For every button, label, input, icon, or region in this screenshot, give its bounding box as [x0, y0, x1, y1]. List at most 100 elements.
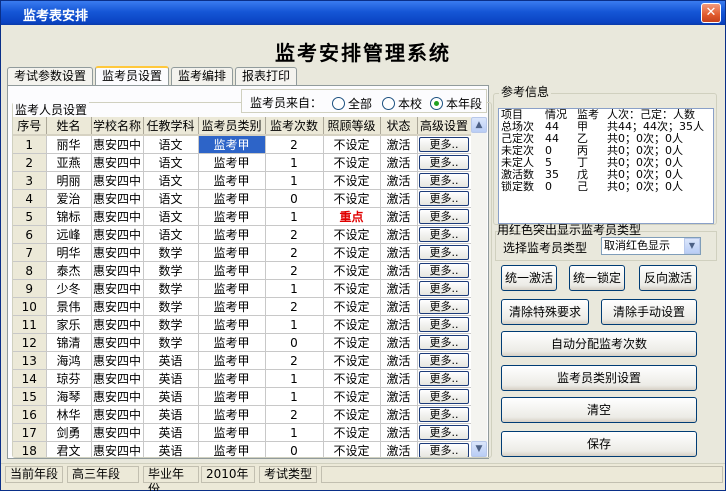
- radio-all[interactable]: 全部: [332, 95, 372, 112]
- more-button[interactable]: 更多..: [419, 389, 469, 404]
- table-cell[interactable]: 惠安四中: [91, 225, 144, 244]
- row-number[interactable]: 15: [13, 387, 47, 406]
- table-cell[interactable]: 更多..: [417, 441, 472, 457]
- table-cell[interactable]: 激活: [380, 441, 418, 457]
- row-number[interactable]: 5: [13, 207, 47, 226]
- table-cell[interactable]: 激活: [380, 423, 418, 442]
- table-cell[interactable]: 景伟: [46, 297, 92, 316]
- table-cell[interactable]: 不设定: [323, 423, 381, 442]
- table-cell[interactable]: 激活: [380, 261, 418, 280]
- row-number[interactable]: 1: [13, 135, 47, 154]
- table-cell[interactable]: 监考甲: [198, 405, 266, 424]
- table-cell[interactable]: 剑勇: [46, 423, 92, 442]
- table-cell[interactable]: 不设定: [323, 297, 381, 316]
- table-cell[interactable]: 不设定: [323, 351, 381, 370]
- table-cell[interactable]: 不设定: [323, 441, 381, 457]
- row-number[interactable]: 2: [13, 153, 47, 172]
- column-header[interactable]: 监考次数: [265, 117, 324, 136]
- clear-special-button[interactable]: 清除特殊要求: [501, 299, 589, 325]
- table-cell[interactable]: 监考甲: [198, 171, 266, 190]
- table-cell[interactable]: 监考甲: [198, 423, 266, 442]
- table-row[interactable]: 13 海鸿 惠安四中 英语 监考甲 2 不设定 激活 更多..: [13, 351, 472, 370]
- table-cell[interactable]: 英语: [143, 387, 199, 406]
- table-cell[interactable]: 1: [265, 387, 324, 406]
- table-cell[interactable]: 更多..: [417, 423, 472, 442]
- table-cell[interactable]: 数学: [143, 261, 199, 280]
- table-cell[interactable]: 监考甲: [198, 333, 266, 352]
- row-number[interactable]: 9: [13, 279, 47, 298]
- table-cell[interactable]: 不设定: [323, 387, 381, 406]
- table-cell[interactable]: 1: [265, 171, 324, 190]
- row-number[interactable]: 13: [13, 351, 47, 370]
- table-cell[interactable]: 不设定: [323, 279, 381, 298]
- more-button[interactable]: 更多..: [419, 227, 469, 242]
- table-cell[interactable]: 监考甲: [198, 153, 266, 172]
- clear-button[interactable]: 清空: [501, 397, 697, 423]
- table-cell[interactable]: 更多..: [417, 369, 472, 388]
- table-cell[interactable]: 监考甲: [198, 261, 266, 280]
- table-cell[interactable]: 惠安四中: [91, 297, 144, 316]
- table-cell[interactable]: 监考甲: [198, 207, 266, 226]
- more-button[interactable]: 更多..: [419, 245, 469, 260]
- table-cell[interactable]: 监考甲: [198, 351, 266, 370]
- table-cell[interactable]: 监考甲: [198, 135, 266, 154]
- table-cell[interactable]: 激活: [380, 135, 418, 154]
- table-scrollbar[interactable]: ▲ ▼: [471, 117, 487, 457]
- table-cell[interactable]: 2: [265, 243, 324, 262]
- radio-circle-selected[interactable]: [430, 97, 443, 110]
- chevron-down-icon[interactable]: ▼: [684, 238, 700, 254]
- row-number[interactable]: 14: [13, 369, 47, 388]
- row-number[interactable]: 3: [13, 171, 47, 190]
- more-button[interactable]: 更多..: [419, 407, 469, 422]
- scroll-up-icon[interactable]: ▲: [471, 117, 487, 133]
- more-button[interactable]: 更多..: [419, 173, 469, 188]
- table-cell[interactable]: 监考甲: [198, 297, 266, 316]
- tab-arrangement[interactable]: 监考编排: [171, 67, 234, 85]
- table-cell[interactable]: 不设定: [323, 243, 381, 262]
- table-row[interactable]: 3 明丽 惠安四中 语文 监考甲 1 不设定 激活 更多..: [13, 171, 472, 190]
- table-cell[interactable]: 0: [265, 441, 324, 457]
- table-cell[interactable]: 不设定: [323, 153, 381, 172]
- table-row[interactable]: 18 君文 惠安四中 英语 监考甲 0 不设定 激活 更多..: [13, 441, 472, 457]
- more-button[interactable]: 更多..: [419, 425, 469, 440]
- table-cell[interactable]: 数学: [143, 297, 199, 316]
- table-row[interactable]: 11 家乐 惠安四中 数学 监考甲 1 不设定 激活 更多..: [13, 315, 472, 334]
- table-row[interactable]: 6 远峰 惠安四中 语文 监考甲 2 不设定 激活 更多..: [13, 225, 472, 244]
- more-button[interactable]: 更多..: [419, 371, 469, 386]
- table-cell[interactable]: 监考甲: [198, 315, 266, 334]
- table-cell[interactable]: 激活: [380, 315, 418, 334]
- table-row[interactable]: 10 景伟 惠安四中 数学 监考甲 2 不设定 激活 更多..: [13, 297, 472, 316]
- table-cell[interactable]: 惠安四中: [91, 387, 144, 406]
- table-cell[interactable]: 惠安四中: [91, 189, 144, 208]
- table-cell[interactable]: 丽华: [46, 135, 92, 154]
- radio-circle[interactable]: [332, 97, 345, 110]
- column-header[interactable]: 照顾等级: [323, 117, 381, 136]
- table-cell[interactable]: 惠安四中: [91, 441, 144, 457]
- table-cell[interactable]: 语文: [143, 207, 199, 226]
- table-cell[interactable]: 激活: [380, 333, 418, 352]
- table-cell[interactable]: 更多..: [417, 225, 472, 244]
- lock-all-button[interactable]: 统一锁定: [569, 265, 625, 291]
- table-cell[interactable]: 激活: [380, 225, 418, 244]
- row-number[interactable]: 12: [13, 333, 47, 352]
- row-number[interactable]: 4: [13, 189, 47, 208]
- table-cell[interactable]: 2: [265, 135, 324, 154]
- table-cell[interactable]: 监考甲: [198, 279, 266, 298]
- tab-report-print[interactable]: 报表打印: [235, 67, 298, 85]
- more-button[interactable]: 更多..: [419, 353, 469, 368]
- table-cell[interactable]: 家乐: [46, 315, 92, 334]
- table-cell[interactable]: 1: [265, 315, 324, 334]
- category-dropdown[interactable]: 取消红色显示 ▼: [601, 237, 701, 255]
- table-cell[interactable]: 0: [265, 189, 324, 208]
- table-cell[interactable]: 惠安四中: [91, 333, 144, 352]
- table-cell[interactable]: 惠安四中: [91, 171, 144, 190]
- table-cell[interactable]: 惠安四中: [91, 153, 144, 172]
- activate-all-button[interactable]: 统一激活: [501, 265, 557, 291]
- more-button[interactable]: 更多..: [419, 191, 469, 206]
- table-cell[interactable]: 2: [265, 297, 324, 316]
- table-cell[interactable]: 林华: [46, 405, 92, 424]
- table-cell[interactable]: 更多..: [417, 279, 472, 298]
- row-number[interactable]: 6: [13, 225, 47, 244]
- table-cell[interactable]: 英语: [143, 441, 199, 457]
- table-cell[interactable]: 惠安四中: [91, 405, 144, 424]
